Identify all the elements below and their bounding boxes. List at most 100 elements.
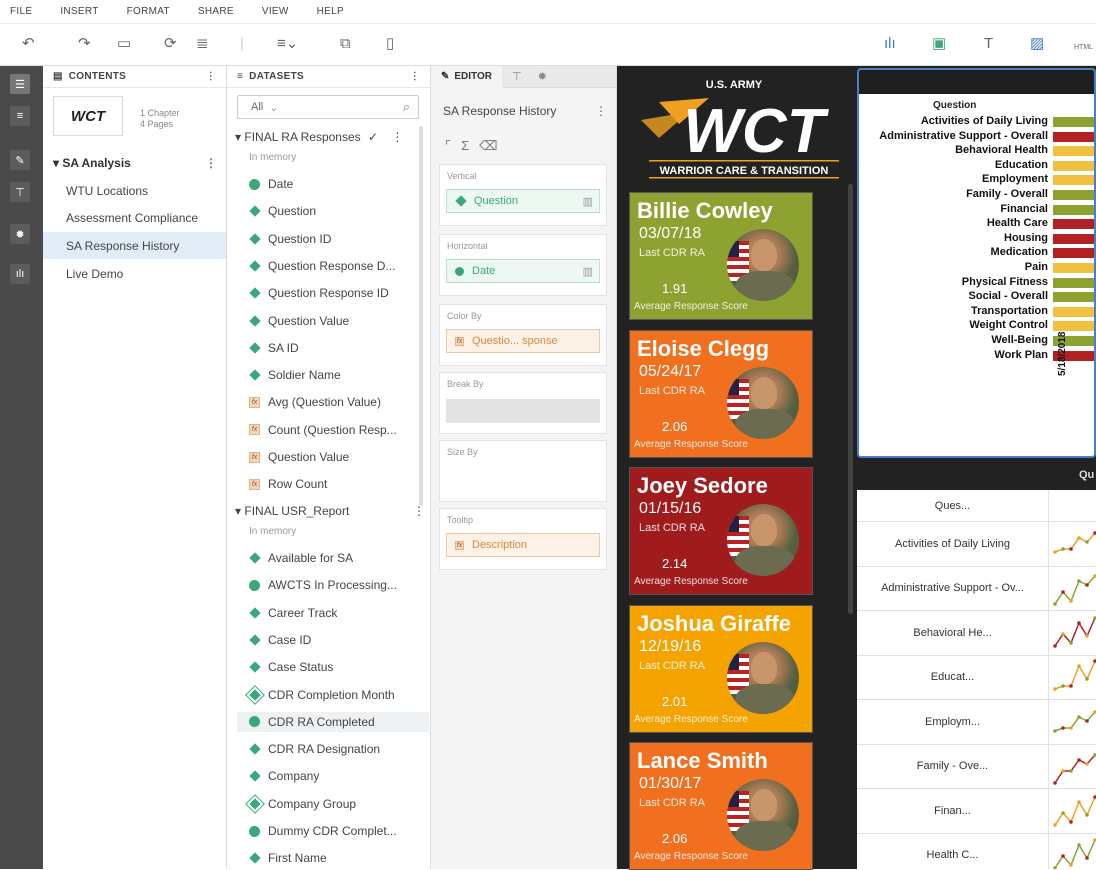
heatmap-cell[interactable] [1053,131,1094,142]
datasets-rail-icon[interactable]: ≡ [10,106,30,126]
field-case-status[interactable]: Case Status [249,657,333,677]
axis-icon[interactable]: ⌜ [445,138,461,153]
heatmap-cell[interactable] [1053,160,1094,171]
field-row-count[interactable]: fx Row Count [249,474,327,494]
tooltip-slot[interactable]: Tooltip fx Description [439,508,607,570]
field-cdr-completion-month[interactable]: CDR Completion Month [249,685,395,705]
vertical-pill[interactable]: Question ▥ [446,189,600,213]
datasets-scrollbar[interactable] [419,126,423,506]
heatmap-cell[interactable] [1053,146,1094,157]
size-by-slot[interactable]: Size By [439,440,607,502]
heatmap-cell[interactable] [1053,306,1094,317]
datasets-menu-icon[interactable]: ⋮ [410,71,420,82]
field-question-value[interactable]: fx Question Value [249,447,349,467]
menu-file[interactable]: FILE [10,6,32,17]
field-soldier-name[interactable]: Soldier Name [249,365,341,385]
field-cdr-ra-completed[interactable]: CDR RA Completed [237,711,429,732]
heatmap-cell[interactable] [1053,175,1094,186]
add-data-icon[interactable]: ≡⌄ [277,34,298,54]
field-career-track[interactable]: Career Track [249,603,337,623]
heatmap-widget[interactable]: Question Activities of Daily Living Admin… [857,68,1096,458]
page-item-assessment-compliance[interactable]: Assessment Compliance [43,204,226,231]
field-first-name[interactable]: First Name [249,848,327,868]
dataset-header-final-usr-report[interactable]: ▾ FINAL USR_Report ⋮ [235,504,425,518]
color-by-slot[interactable]: Color By fx Questio... sponse [439,304,607,366]
grid-icon[interactable]: ▥ [583,195,593,208]
tooltip-pill[interactable]: fx Description [446,533,600,557]
heatmap-cell[interactable] [1053,233,1094,244]
horizontal-slot[interactable]: Horizontal Date ▥ [439,234,607,296]
field-company-group[interactable]: Company Group [249,794,356,814]
heatmap-cell[interactable] [1053,219,1094,230]
field-question-response-id[interactable]: Question Response ID [249,283,389,303]
dataset-menu-icon[interactable]: ⋮ [391,130,403,144]
report-logo[interactable]: WCT [53,96,123,136]
color-by-pill[interactable]: fx Questio... sponse [446,329,600,353]
filter-rail-icon[interactable]: ⊤ [10,182,30,202]
add-kpi-icon[interactable]: ▣ [932,34,946,54]
table-row[interactable]: Employm... [857,700,1096,745]
undo-icon[interactable]: ↶ [22,34,35,54]
tab-editor[interactable]: ✎ EDITOR [431,65,502,88]
settings-tab-icon[interactable]: ✹ [538,70,547,83]
chart-rail-icon[interactable]: ılı [10,264,30,284]
new-page-icon[interactable]: ▯ [386,34,394,54]
horizontal-pill[interactable]: Date ▥ [446,259,600,283]
table-row[interactable]: Finan... [857,789,1096,834]
menu-help[interactable]: HELP [317,6,344,17]
chapter-title[interactable]: ▾ SA Analysis ⋮ [53,156,217,170]
table-col-question[interactable]: Ques... [857,490,1049,521]
chevron-down-icon[interactable]: ▾ [235,130,241,144]
heatmap-cell[interactable] [1053,263,1094,273]
heatmap-cell[interactable] [1053,117,1094,127]
field-avg-question-value[interactable]: fx Avg (Question Value) [249,392,381,412]
dataset-menu-icon[interactable]: ⋮ [413,504,425,518]
page-item-live-demo[interactable]: Live Demo [43,260,226,287]
chevron-down-icon[interactable]: ▾ [235,504,241,518]
field-case-id[interactable]: Case ID [249,630,311,650]
editor-rail-icon[interactable]: ✎ [10,150,30,170]
sum-icon[interactable]: Σ [461,138,479,153]
field-cdr-ra-designation[interactable]: CDR RA Designation [249,739,380,759]
chevron-down-icon[interactable]: ▾ [53,156,59,170]
add-text-icon[interactable]: T [984,34,993,54]
field-company[interactable]: Company [249,766,319,786]
contents-menu-icon[interactable]: ⋮ [206,71,216,82]
field-question[interactable]: Question [249,201,316,221]
filter-tab-icon[interactable]: ⊤ [512,70,522,83]
dataset-filter-input[interactable]: All ⌄ ⌕ [237,95,419,119]
soldier-card[interactable]: Billie Cowley 03/07/18 Last CDR RA 1.91 Aver… [629,192,813,320]
soldier-card[interactable]: Joey Sedore 01/15/16 Last CDR RA 2.14 Averag… [629,467,813,595]
field-question-response-d[interactable]: Question Response D... [249,256,395,276]
soldier-card[interactable]: Lance Smith 01/30/17 Last CDR RA 2.06 Averag… [629,742,813,870]
break-by-dropzone[interactable] [446,399,600,423]
save-icon[interactable]: ▭ [117,34,131,54]
contents-rail-icon[interactable]: ☰ [10,74,30,94]
field-question-value[interactable]: Question Value [249,311,349,331]
refresh-icon[interactable]: ⟳ [164,34,177,54]
heatmap-cell[interactable] [1053,190,1094,200]
add-html-icon[interactable]: HTML [1074,38,1093,58]
table-row[interactable]: Educat... [857,655,1096,700]
page-item-sa-response-history[interactable]: SA Response History [43,232,226,259]
heatmap-cell[interactable] [1053,321,1094,332]
table-row[interactable]: Family - Ove... [857,744,1096,789]
break-by-slot[interactable]: Break By [439,372,607,434]
table-row[interactable]: Administrative Support - Ov... [857,566,1096,611]
heatmap-cell[interactable] [1053,204,1094,215]
search-icon[interactable]: ⌕ [403,99,410,115]
settings-rail-icon[interactable]: ✹ [10,224,30,244]
grid-icon[interactable]: ▥ [583,265,593,278]
cards-scrollbar[interactable] [848,184,853,614]
table-row[interactable]: Health C... [857,833,1096,869]
menu-format[interactable]: FORMAT [127,6,170,17]
menu-insert[interactable]: INSERT [60,6,98,17]
field-question-id[interactable]: Question ID [249,229,331,249]
field-sa-id[interactable]: SA ID [249,338,299,358]
field-count-question-resp[interactable]: fx Count (Question Resp... [249,420,397,440]
visual-menu-icon[interactable]: ⋮ [595,104,607,118]
table-row[interactable]: Activities of Daily Living [857,522,1096,567]
field-available-for-sa[interactable]: Available for SA [249,548,353,568]
heatmap-cell[interactable] [1053,277,1094,288]
add-image-icon[interactable]: ▨ [1030,34,1044,54]
